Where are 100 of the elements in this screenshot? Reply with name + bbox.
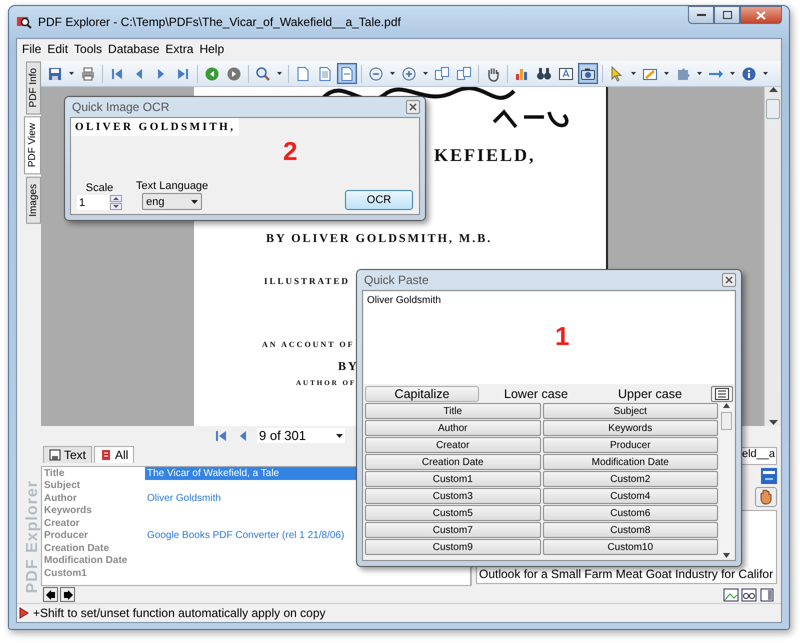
toolbar-button[interactable]	[578, 63, 598, 84]
case-button[interactable]: Capitalize	[365, 386, 479, 402]
next-button[interactable]	[60, 587, 75, 602]
property-label: Subject	[43, 480, 82, 492]
maximize-icon	[722, 11, 732, 19]
field-button[interactable]: Custom4	[542, 488, 718, 504]
caret-icon	[763, 72, 768, 75]
fit-page-icon	[317, 66, 333, 82]
field-button[interactable]: Author	[365, 420, 540, 436]
page-text: BY	[338, 359, 359, 374]
case-button[interactable]: Lower case	[479, 386, 593, 402]
save-icon	[47, 66, 63, 82]
fit-width-icon	[339, 66, 355, 82]
page-text: BY OLIVER GOLDSMITH, M.B.	[266, 231, 492, 246]
property-label: Producer	[43, 530, 89, 542]
field-button[interactable]: Keywords	[542, 420, 718, 436]
document-icon	[100, 449, 112, 461]
app-logo-text: PDF Explorer	[24, 480, 41, 593]
scale-field[interactable]: 1	[77, 195, 109, 210]
menu-item[interactable]: Tools	[71, 40, 106, 56]
annotation-number: 1	[555, 321, 570, 352]
list-button[interactable]	[711, 386, 733, 402]
property-label: Creation Date	[43, 542, 110, 554]
field-button[interactable]: Title	[365, 403, 540, 419]
glasses-icon	[741, 586, 757, 602]
close-button[interactable]	[406, 100, 420, 114]
scrollbar-thumb[interactable]	[721, 412, 732, 430]
caret-icon	[730, 72, 735, 75]
caret-icon	[697, 72, 702, 75]
list-item[interactable]: Outlook for a Small Farm Meat Goat Industry for Califor	[479, 567, 774, 581]
scroll-down-icon[interactable]	[723, 553, 730, 558]
field-button[interactable]: Modification Date	[542, 454, 718, 470]
field-button[interactable]: Creator	[365, 437, 540, 453]
previous-button[interactable]	[43, 587, 58, 602]
field-button[interactable]: Producer	[542, 437, 718, 453]
scale-label: Scale	[86, 182, 114, 194]
scrollbar-thumb[interactable]	[766, 99, 780, 119]
property-label: Keywords	[43, 505, 93, 516]
property-label: Title	[43, 468, 66, 479]
caret-icon	[277, 72, 282, 75]
info-tab[interactable]: All	[94, 446, 134, 463]
caret-icon	[191, 200, 198, 204]
ocr-button[interactable]: OCR	[345, 190, 413, 210]
field-button[interactable]: Custom7	[365, 522, 540, 538]
panel-toggle-icon	[759, 586, 775, 602]
annotation-number: 2	[283, 136, 298, 167]
cursor-icon	[609, 66, 625, 82]
dialog-title: Quick Paste	[364, 273, 429, 287]
case-button[interactable]: Upper case	[593, 386, 707, 402]
caret-icon	[390, 72, 395, 75]
floppy-icon	[49, 449, 61, 461]
side-tab[interactable]: Images	[26, 176, 41, 224]
property-label: Author	[43, 492, 78, 504]
page-number-field[interactable]: 9 of 301	[257, 428, 345, 443]
field-button[interactable]: Custom5	[365, 505, 540, 521]
dialog-title: Quick Image OCR	[72, 100, 170, 114]
menu-item[interactable]: Help	[196, 40, 228, 56]
side-tab[interactable]: PDF View	[24, 116, 41, 175]
menu-item[interactable]: Extra	[162, 40, 196, 56]
rotate-page-icon	[456, 66, 472, 82]
caret-icon	[69, 72, 74, 75]
page-icon	[295, 66, 311, 82]
window-title: PDF Explorer - C:\Temp\PDFs\The_Vicar_of_Wakefield__a_Tale.pdf	[38, 15, 402, 29]
zoom-in-icon	[401, 66, 417, 82]
field-button[interactable]: Custom9	[365, 539, 540, 555]
page-text: AN ACCOUNT OF	[262, 340, 355, 349]
field-button[interactable]: Custom10	[542, 539, 718, 555]
play-icon	[19, 607, 29, 619]
field-button[interactable]: Subject	[542, 403, 718, 419]
minimize-button[interactable]	[688, 6, 714, 24]
language-dropdown[interactable]: eng	[142, 193, 202, 210]
language-label: Text Language	[136, 180, 208, 192]
property-label: Modification Date	[43, 555, 128, 566]
side-tab[interactable]: PDF Info	[26, 61, 41, 114]
close-button[interactable]	[740, 6, 782, 24]
field-button[interactable]: Custom2	[542, 471, 718, 487]
binoculars-icon	[536, 66, 552, 82]
info-tab[interactable]: Text	[43, 446, 92, 463]
status-text: +Shift to set/unset function automatically apply on copy	[33, 606, 326, 620]
close-button[interactable]	[722, 273, 736, 287]
maximize-button[interactable]	[714, 6, 740, 24]
field-button[interactable]: Custom8	[542, 522, 718, 538]
field-button[interactable]: Custom1	[365, 471, 540, 487]
property-label: Creator	[43, 518, 81, 529]
isbn-doi-icon	[761, 468, 777, 484]
spin-buttons[interactable]	[110, 195, 122, 210]
captured-text-image: OLIVER GOLDSMITH,	[71, 118, 240, 136]
menu-item[interactable]: File	[19, 40, 44, 56]
zoom-icon	[255, 66, 271, 82]
toolbar-button[interactable]	[337, 63, 357, 84]
hand-button[interactable]	[755, 487, 777, 507]
forward-icon	[226, 66, 242, 82]
field-button[interactable]: Custom6	[542, 505, 718, 521]
rotate-page-icon	[434, 66, 450, 82]
menu-item[interactable]: Edit	[44, 40, 72, 56]
field-button[interactable]: Custom3	[365, 488, 540, 504]
menu-item[interactable]: Database	[105, 40, 162, 56]
caret-icon	[336, 434, 343, 438]
field-button[interactable]: Creation Date	[365, 454, 540, 470]
image-edit-icon	[723, 586, 739, 602]
